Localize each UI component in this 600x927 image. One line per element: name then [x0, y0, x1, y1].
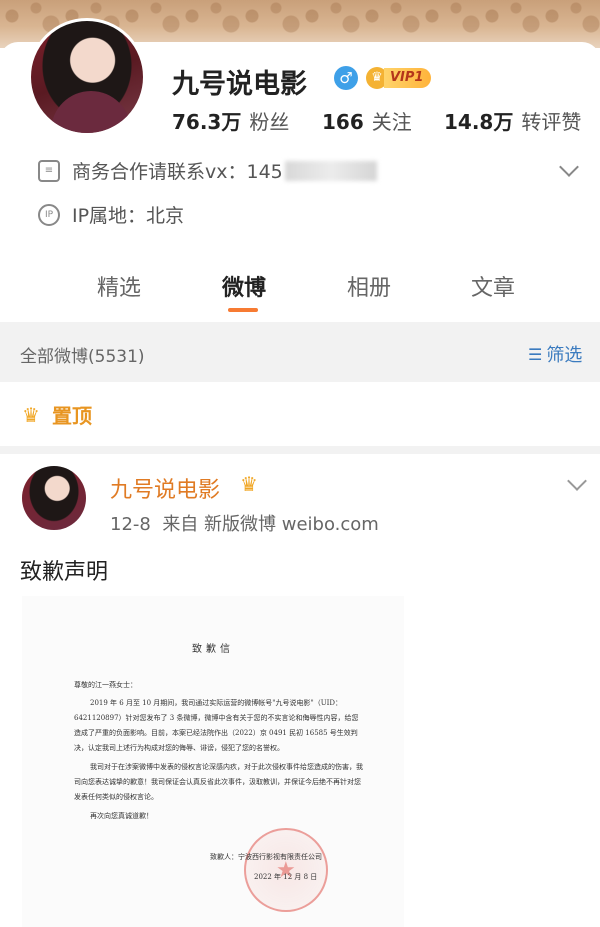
filter-button-label: 筛选: [546, 345, 583, 366]
pinned-label: 置顶: [52, 404, 92, 428]
tab-weibo[interactable]: 微博: [222, 270, 266, 302]
fans-label: 粉丝: [249, 110, 290, 134]
letter-title: 致歉信: [192, 644, 234, 655]
repost-stat[interactable]: 14.8万 转评赞: [444, 106, 581, 135]
letter-date: 2022 年 12 月 8 日: [254, 873, 318, 881]
vip-label: VIP1: [384, 68, 432, 88]
fans-count: 76.3万: [172, 110, 242, 134]
post-menu-chevron-icon[interactable]: [567, 471, 587, 491]
apology-letter-image[interactable]: 致歉信 尊敬的江一燕女士： 2019 年 6 月至 10 月期间，我司通过实际运…: [22, 596, 404, 927]
pinned-header: ♛ 置顶: [22, 400, 92, 429]
repost-label: 转评赞: [521, 110, 582, 134]
repost-count: 14.8万: [444, 110, 514, 134]
profile-name: 九号说电影: [172, 69, 307, 100]
letter-paragraph: 我司对于在涉案微博中发表的侵权言论深感内疚，对于此次侵权事件给您造成的伤害，我司…: [74, 763, 363, 801]
letter-greeting: 尊敬的江一燕女士：: [74, 681, 137, 689]
post-author-name[interactable]: 九号说电影: [110, 472, 220, 504]
business-contact-text: 商务合作请联系vx：145: [72, 161, 283, 183]
letter-paragraph: 再次向您真诚道歉！: [90, 812, 153, 820]
tab-album[interactable]: 相册: [347, 270, 391, 302]
crown-icon: ♛: [22, 402, 40, 427]
ip-location-text: IP属地：北京: [72, 205, 185, 227]
document-icon: ≡: [38, 159, 60, 182]
fans-stat[interactable]: 76.3万 粉丝: [172, 106, 289, 135]
letter-paragraph: 2019 年 6 月至 10 月期间，我司通过实际运营的微博帐号"九号说电影"（…: [74, 699, 359, 752]
filter-icon: ☰: [528, 344, 543, 364]
post-author-avatar[interactable]: [22, 466, 86, 530]
post-text: 致歉声明: [20, 560, 109, 585]
filter-button[interactable]: ☰ 筛选: [528, 341, 582, 367]
tab-featured[interactable]: 精选: [97, 270, 141, 302]
post-meta: 12-8 来自 新版微博 weibo.com: [110, 510, 379, 536]
post-source: 来自 新版微博 weibo.com: [162, 514, 379, 535]
all-posts-count: 全部微博(5531): [20, 347, 145, 367]
follow-stat[interactable]: 166 关注: [322, 106, 412, 135]
filter-bar: 全部微博(5531) ☰ 筛选: [0, 322, 600, 382]
chevron-down-icon[interactable]: [559, 157, 579, 177]
male-icon: ♂: [334, 66, 358, 90]
profile-tabs: 精选 微博 相册 文章: [0, 262, 600, 320]
post-date: 12-8: [110, 514, 151, 535]
crown-icon: ♛: [240, 472, 258, 496]
section-divider: [0, 446, 600, 454]
vip-badge[interactable]: ♛ VIP1: [366, 66, 432, 90]
profile-avatar[interactable]: [28, 18, 146, 136]
redacted-blur: [284, 160, 377, 181]
ip-icon: IP: [38, 203, 60, 226]
company-seal: ★: [244, 828, 328, 912]
follow-label: 关注: [371, 110, 412, 134]
letter-body: 2019 年 6 月至 10 月期间，我司通过实际运营的微博帐号"九号说电影"（…: [74, 696, 364, 828]
follow-count: 166: [322, 110, 364, 134]
ip-location-row: IP IP属地：北京: [38, 201, 184, 228]
business-contact-row: ≡ 商务合作请联系vx：145: [38, 157, 377, 184]
avatar-body: [51, 91, 131, 133]
active-tab-indicator: [228, 308, 258, 312]
letter-signer: 致歉人：宁波西行影视有限责任公司: [210, 853, 322, 861]
tab-articles[interactable]: 文章: [471, 270, 515, 302]
